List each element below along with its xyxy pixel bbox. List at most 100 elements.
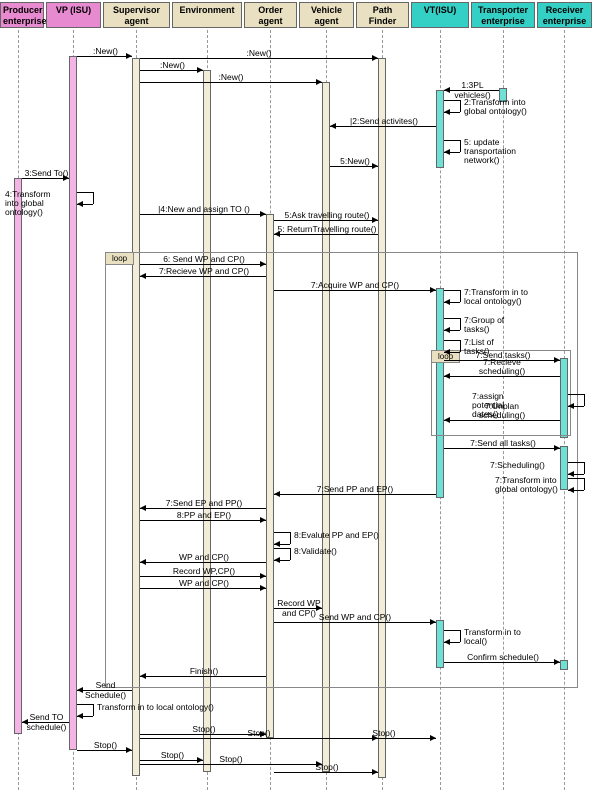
message-label: 7:Send PP and EP(): [285, 484, 425, 494]
message-label: 7:Recieve WP and CP(): [142, 266, 266, 276]
msg-line: [140, 562, 266, 563]
msg-line: [140, 588, 266, 589]
message-label: 7:Transform into global ontology(): [495, 476, 570, 494]
message-label: 7:Acquire WP and CP(): [285, 280, 425, 290]
msg-line: [274, 548, 290, 549]
message-label: 8:Validate(): [294, 546, 354, 556]
msg-line: [444, 140, 460, 141]
message-label: :New(): [79, 46, 132, 56]
participant-vehicle: Vehicle agent: [299, 2, 354, 28]
msg-line: [330, 166, 378, 167]
message-label: Transform in to local(): [464, 628, 524, 646]
activation-vp: [69, 56, 77, 750]
participant-recv: Receiver enterprise: [537, 2, 592, 28]
msg-line: [274, 494, 436, 495]
arrowhead-icon: [444, 417, 450, 423]
msg-line: [568, 478, 584, 479]
message-label: 7:Transform in to local ontology(): [464, 288, 534, 306]
message-label: 5: ReturnTravelling route(): [276, 224, 378, 234]
msg-line: [290, 532, 291, 544]
message-label: Stop(): [276, 762, 378, 772]
msg-line: [140, 264, 266, 265]
msg-line: [274, 772, 378, 773]
message-label: 7:Unplan scheduling(): [472, 402, 532, 420]
msg-line: [460, 140, 461, 152]
msg-line: [77, 56, 132, 57]
arrowhead-icon: [77, 201, 83, 207]
message-label: 5:New(): [332, 156, 378, 166]
msg-line: [274, 290, 436, 291]
msg-line: [140, 520, 266, 521]
msg-line: [140, 676, 266, 677]
msg-line: [22, 178, 69, 179]
msg-line: [77, 750, 132, 751]
msg-line: [444, 662, 560, 663]
msg-line: [77, 192, 93, 193]
sequence-diagram: Producer enterpriseVP (ISU)Supervisor ag…: [0, 0, 594, 808]
msg-line: [444, 318, 460, 319]
msg-line: [444, 340, 460, 341]
msg-line: [584, 478, 585, 490]
arrowhead-icon: [444, 327, 450, 333]
message-label: |2:Send activites(): [332, 116, 436, 126]
message-label: Send WP and CP(): [285, 612, 425, 622]
message-label: 7:Scheduling(): [490, 460, 550, 470]
msg-line: [460, 318, 461, 330]
msg-line: [274, 220, 378, 221]
msg-line: [290, 548, 291, 560]
message-label: Record WP,CP(): [142, 566, 266, 576]
arrowhead-icon: [372, 55, 378, 61]
message-label: |4:New and assign TO (): [142, 204, 266, 214]
arrowhead-icon: [430, 287, 436, 293]
message-label: Send Schedule(): [79, 680, 132, 690]
msg-line: [93, 704, 94, 716]
arrowhead-icon: [274, 541, 280, 547]
activation-vt: [436, 90, 444, 168]
participant-supervisor: Supervisor agent: [103, 2, 170, 28]
arrowhead-icon: [444, 299, 450, 305]
message-label: :New(): [142, 60, 203, 70]
msg-line: [330, 126, 436, 127]
msg-line: [444, 290, 460, 291]
message-label: :New(): [161, 72, 301, 82]
msg-line: [140, 576, 266, 577]
arrowhead-icon: [77, 713, 83, 719]
message-label: :New(): [189, 48, 329, 58]
participant-path: Path Finder: [356, 2, 409, 28]
msg-line: [274, 234, 378, 235]
arrowhead-icon: [444, 149, 450, 155]
message-label: 2:Transform into global ontology(): [464, 98, 529, 116]
msg-line: [568, 462, 584, 463]
msg-line: [460, 290, 461, 302]
message-label: Stop(): [332, 728, 436, 738]
message-label: Record WP and CP(): [276, 598, 322, 608]
msg-line: [444, 420, 560, 421]
arrowhead-icon: [274, 557, 280, 563]
msg-line: [444, 376, 560, 377]
message-label: 6: Send WP and CP(): [142, 254, 266, 264]
msg-line: [274, 622, 436, 623]
message-label: Stop(): [189, 728, 329, 738]
activation-producer: [14, 178, 22, 734]
message-label: 7:Recieve scheduling(): [472, 358, 532, 376]
message-label: 4:Transform into global ontology(): [5, 190, 65, 217]
message-label: Confirm schedule(): [446, 652, 560, 662]
msg-line: [77, 704, 93, 705]
msg-line: [444, 630, 460, 631]
msg-line: [93, 192, 94, 204]
msg-line: [140, 508, 266, 509]
message-label: WP and CP(): [142, 578, 266, 588]
msg-line: [460, 630, 461, 642]
msg-line: [274, 532, 290, 533]
participant-vt: VT(ISU): [411, 2, 469, 28]
fragment-label: loop: [105, 252, 134, 265]
msg-line: [444, 100, 460, 101]
arrowhead-icon: [444, 639, 450, 645]
message-label: 7:Send EP and PP(): [142, 498, 266, 508]
msg-line: [584, 394, 585, 406]
participant-trans: Transporter enterprise: [471, 2, 535, 28]
participant-order: Order agent: [244, 2, 297, 28]
message-label: WP and CP(): [142, 552, 266, 562]
msg-line: [330, 738, 436, 739]
message-label: 5: update transportation network(): [464, 138, 534, 165]
